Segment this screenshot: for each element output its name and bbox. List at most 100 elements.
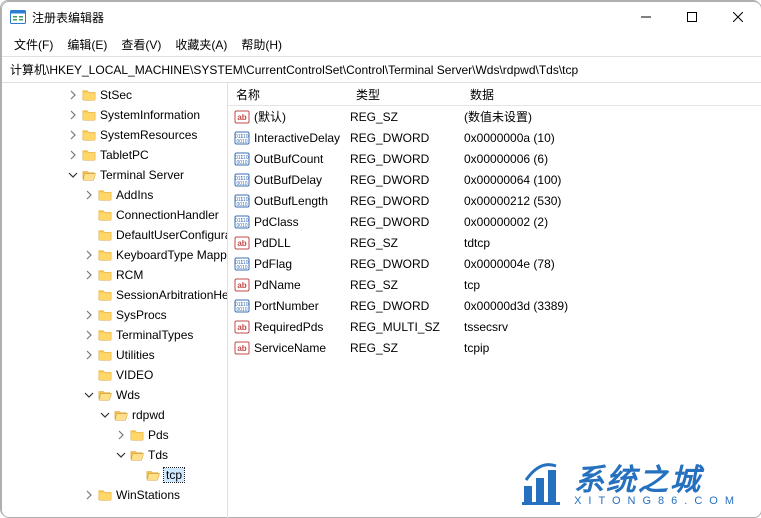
list-row[interactable]: PdNameREG_SZtcp bbox=[228, 274, 761, 295]
tree-item[interactable]: SystemInformation bbox=[2, 105, 228, 125]
maximize-button[interactable] bbox=[669, 2, 715, 32]
main-pane: StSecSystemInformation SystemResources Tab… bbox=[2, 82, 761, 518]
window-controls bbox=[623, 2, 761, 32]
folder-icon bbox=[82, 128, 96, 142]
chevron-down-icon[interactable] bbox=[82, 388, 96, 402]
value-data: 0x00000006 (6) bbox=[464, 152, 761, 166]
address-bar[interactable]: 计算机\HKEY_LOCAL_MACHINE\SYSTEM\CurrentCon… bbox=[2, 56, 761, 82]
menu-edit[interactable]: 编辑(E) bbox=[61, 34, 113, 55]
chevron-right-icon[interactable] bbox=[66, 148, 80, 162]
toggle-none bbox=[130, 468, 144, 482]
list-row[interactable]: PdFlagREG_DWORD0x0000004e (78) bbox=[228, 253, 761, 274]
chevron-right-icon[interactable] bbox=[82, 188, 96, 202]
chevron-right-icon[interactable] bbox=[82, 328, 96, 342]
folder-icon bbox=[98, 248, 112, 262]
tree-item[interactable]: StSec bbox=[2, 85, 228, 105]
folder-icon bbox=[98, 488, 112, 502]
tree-item-label: ConnectionHandler bbox=[116, 208, 219, 222]
value-data: 0x00000212 (530) bbox=[464, 194, 761, 208]
tree-item[interactable]: VIDEO bbox=[2, 365, 228, 385]
tree-item[interactable]: SystemResources bbox=[2, 125, 228, 145]
tree-item[interactable]: Wds bbox=[2, 385, 228, 405]
menu-view[interactable]: 查看(V) bbox=[115, 34, 167, 55]
tree-item[interactable]: tcp bbox=[2, 465, 228, 485]
chevron-right-icon[interactable] bbox=[82, 348, 96, 362]
folder-icon bbox=[98, 328, 112, 342]
tree-item[interactable]: KeyboardType Mapping bbox=[2, 245, 228, 265]
list-header[interactable]: 名称 类型 数据 bbox=[228, 83, 761, 106]
chevron-down-icon[interactable] bbox=[98, 408, 112, 422]
chevron-right-icon[interactable] bbox=[66, 128, 80, 142]
tree-item-label: rdpwd bbox=[132, 408, 165, 422]
tree-item[interactable]: TerminalTypes bbox=[2, 325, 228, 345]
chevron-right-icon[interactable] bbox=[66, 88, 80, 102]
tree-item-label: VIDEO bbox=[116, 368, 153, 382]
tree-item[interactable]: SysProcs bbox=[2, 305, 228, 325]
value-name: RequiredPds bbox=[254, 320, 350, 334]
chevron-down-icon[interactable] bbox=[114, 448, 128, 462]
tree-item[interactable]: WinStations bbox=[2, 485, 228, 505]
folder-icon bbox=[98, 228, 112, 242]
tree-item-label: RCM bbox=[116, 268, 143, 282]
menu-file[interactable]: 文件(F) bbox=[8, 34, 59, 55]
chevron-right-icon[interactable] bbox=[82, 488, 96, 502]
value-type: REG_DWORD bbox=[350, 131, 464, 145]
value-name: PdFlag bbox=[254, 257, 350, 271]
chevron-right-icon[interactable] bbox=[114, 428, 128, 442]
chevron-right-icon[interactable] bbox=[82, 308, 96, 322]
chevron-down-icon[interactable] bbox=[66, 168, 80, 182]
list-row[interactable]: OutBufCountREG_DWORD0x00000006 (6) bbox=[228, 148, 761, 169]
list-row[interactable]: (默认)REG_SZ(数值未设置) bbox=[228, 106, 761, 127]
chevron-right-icon[interactable] bbox=[82, 248, 96, 262]
list-row[interactable]: OutBufLengthREG_DWORD0x00000212 (530) bbox=[228, 190, 761, 211]
tree-item[interactable]: DefaultUserConfiguration bbox=[2, 225, 228, 245]
registry-tree[interactable]: StSecSystemInformation SystemResources Tab… bbox=[2, 83, 228, 518]
column-data[interactable]: 数据 bbox=[470, 86, 761, 103]
tree-item[interactable]: Utilities bbox=[2, 345, 228, 365]
folder-icon bbox=[98, 348, 112, 362]
toggle-none bbox=[82, 228, 96, 242]
column-name[interactable]: 名称 bbox=[228, 86, 356, 103]
tree-item-label: DefaultUserConfiguration bbox=[116, 228, 228, 242]
list-row[interactable]: OutBufDelayREG_DWORD0x00000064 (100) bbox=[228, 169, 761, 190]
value-data: 0x00000064 (100) bbox=[464, 173, 761, 187]
tree-item[interactable]: TabletPC bbox=[2, 145, 228, 165]
tree-item[interactable]: SessionArbitrationHelper bbox=[2, 285, 228, 305]
list-row[interactable]: InteractiveDelayREG_DWORD0x0000000a (10) bbox=[228, 127, 761, 148]
folder-icon bbox=[114, 408, 128, 422]
toggle-none bbox=[82, 288, 96, 302]
binary-value-icon bbox=[234, 151, 250, 167]
list-row[interactable]: RequiredPdsREG_MULTI_SZtssecsrv bbox=[228, 316, 761, 337]
tree-item-label: SystemResources bbox=[100, 128, 197, 142]
list-row[interactable]: PdClassREG_DWORD0x00000002 (2) bbox=[228, 211, 761, 232]
chevron-right-icon[interactable] bbox=[82, 268, 96, 282]
list-row[interactable]: PdDLLREG_SZtdtcp bbox=[228, 232, 761, 253]
tree-item[interactable]: Pds bbox=[2, 425, 228, 445]
close-button[interactable] bbox=[715, 2, 761, 32]
tree-item[interactable]: AddIns bbox=[2, 185, 228, 205]
tree-item[interactable]: RCM bbox=[2, 265, 228, 285]
tree-item[interactable]: ConnectionHandler bbox=[2, 205, 228, 225]
string-value-icon bbox=[234, 319, 250, 335]
value-name: PdClass bbox=[254, 215, 350, 229]
list-row[interactable]: PortNumberREG_DWORD0x00000d3d (3389) bbox=[228, 295, 761, 316]
menubar: 文件(F) 编辑(E) 查看(V) 收藏夹(A) 帮助(H) bbox=[2, 32, 761, 56]
value-data: 0x0000000a (10) bbox=[464, 131, 761, 145]
value-list: 名称 类型 数据 (默认)REG_SZ(数值未设置)InteractiveDel… bbox=[228, 83, 761, 518]
menu-favorites[interactable]: 收藏夹(A) bbox=[169, 34, 233, 55]
chevron-right-icon[interactable] bbox=[66, 108, 80, 122]
folder-icon bbox=[130, 428, 144, 442]
tree-item-label: SessionArbitrationHelper bbox=[116, 288, 228, 302]
tree-item[interactable]: rdpwd bbox=[2, 405, 228, 425]
string-value-icon bbox=[234, 235, 250, 251]
minimize-button[interactable] bbox=[623, 2, 669, 32]
list-row[interactable]: ServiceNameREG_SZtcpip bbox=[228, 337, 761, 358]
folder-icon bbox=[98, 308, 112, 322]
tree-item[interactable]: Terminal Server bbox=[2, 165, 228, 185]
folder-icon bbox=[130, 448, 144, 462]
toggle-none bbox=[82, 208, 96, 222]
menu-help[interactable]: 帮助(H) bbox=[235, 34, 288, 55]
tree-item[interactable]: Tds bbox=[2, 445, 228, 465]
column-type[interactable]: 类型 bbox=[356, 86, 470, 103]
regedit-icon bbox=[10, 9, 26, 25]
